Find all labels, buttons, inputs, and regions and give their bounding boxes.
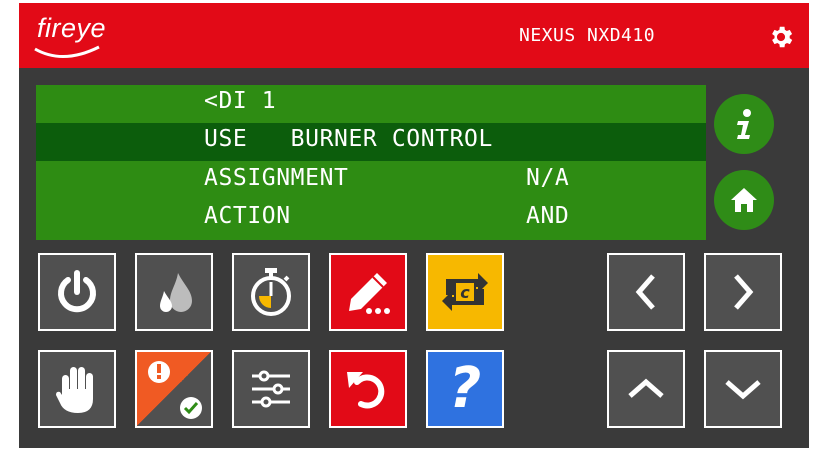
undo-button[interactable] <box>329 350 407 428</box>
settings-sliders-button[interactable] <box>232 350 310 428</box>
lcd-row-use[interactable]: USE BURNER CONTROL <box>36 123 706 161</box>
edit-icon <box>349 273 390 314</box>
timer-icon <box>251 268 291 316</box>
gear-icon[interactable] <box>767 23 795 51</box>
lcd-row-label: ASSIGNMENT <box>204 165 349 191</box>
home-button[interactable] <box>714 170 774 230</box>
help-button[interactable]: ? <box>426 350 504 428</box>
chevron-down-icon <box>725 380 761 400</box>
sliders-icon <box>252 370 290 408</box>
alarm-acknowledge-icon <box>148 361 202 419</box>
info-icon <box>737 109 751 139</box>
edit-button[interactable] <box>329 253 407 331</box>
swap-label: c <box>460 283 470 302</box>
help-icon: ? <box>448 356 482 421</box>
hand-stop-icon <box>56 367 93 413</box>
lcd-row-value: N/A <box>526 165 570 191</box>
chevron-up-icon <box>628 378 664 398</box>
logo-swoosh-icon <box>34 45 100 59</box>
hmi-panel: fireye NEXUS NXD410 <DI 1 USE BURNER CON… <box>19 3 809 448</box>
lcd-row-label: ACTION <box>204 203 291 229</box>
lcd-row-assignment[interactable]: ASSIGNMENT N/A <box>36 162 706 200</box>
lcd-row-title[interactable]: <DI 1 <box>36 85 706 123</box>
device-model: NEXUS NXD410 <box>519 25 656 46</box>
swap-icon: c <box>442 273 488 311</box>
chevron-right-icon <box>734 274 754 310</box>
lcd-row-label: <DI 1 <box>204 88 277 114</box>
lcd-row-label: USE BURNER CONTROL <box>204 126 493 152</box>
flame-icon <box>160 273 192 312</box>
power-button[interactable] <box>38 253 116 331</box>
flame-button[interactable] <box>135 253 213 331</box>
alarm-acknowledge-button[interactable] <box>135 350 213 428</box>
info-button[interactable] <box>714 94 774 154</box>
lcd-display: <DI 1 USE BURNER CONTROL ASSIGNMENT N/A … <box>36 85 706 240</box>
undo-icon <box>347 372 385 409</box>
chevron-left-icon <box>635 274 655 310</box>
swap-button[interactable]: c <box>426 253 504 331</box>
nav-right-button[interactable] <box>704 253 782 331</box>
lcd-row-value: AND <box>526 203 570 229</box>
nav-left-button[interactable] <box>607 253 685 331</box>
brand-logo: fireye <box>37 13 107 43</box>
lcd-row-action[interactable]: ACTION AND <box>36 200 706 238</box>
nav-down-button[interactable] <box>704 350 782 428</box>
power-icon <box>58 270 96 313</box>
hand-stop-button[interactable] <box>38 350 116 428</box>
header-bar: fireye NEXUS NXD410 <box>19 3 809 68</box>
nav-up-button[interactable] <box>607 350 685 428</box>
timer-button[interactable] <box>232 253 310 331</box>
home-icon <box>731 188 757 212</box>
